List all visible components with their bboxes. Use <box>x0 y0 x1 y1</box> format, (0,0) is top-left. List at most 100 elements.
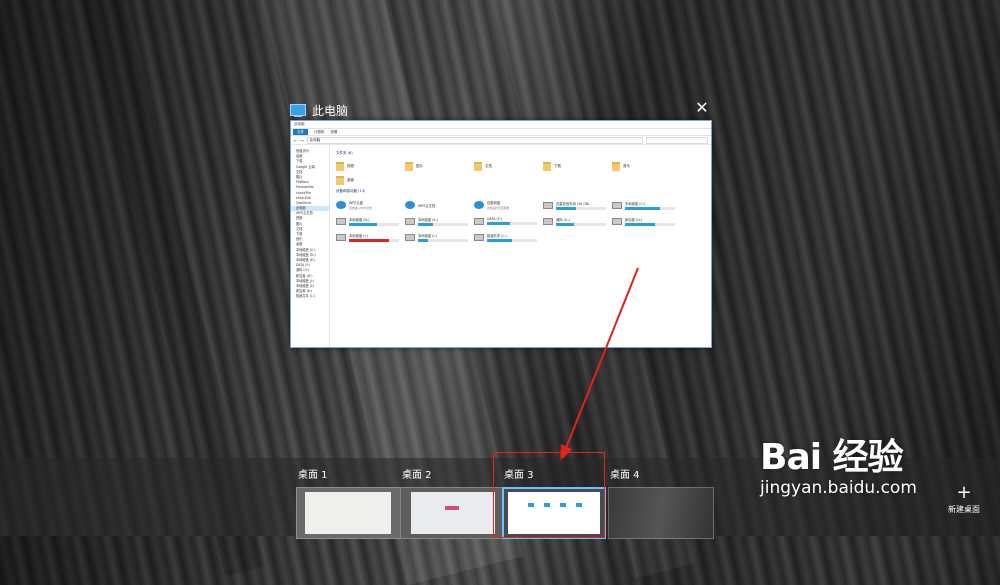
desktop-label: 桌面 4 <box>610 470 640 481</box>
explorer-address-row: ← → 此电脑 <box>291 136 711 145</box>
plus-icon: + <box>956 482 972 503</box>
desktop-2[interactable]: 桌面 2 <box>400 466 506 539</box>
disk-drive-icon <box>336 217 346 225</box>
folder-item: 桌面 <box>336 173 405 187</box>
desktop-4[interactable]: 桌面 4 <box>608 466 714 539</box>
drive-item: 本地磁盘 (I:) <box>336 229 405 245</box>
drive-item: 本地磁盘 (J:) <box>405 229 474 245</box>
drive-usage-bar <box>418 238 468 242</box>
explorer-ribbon: 文件 计算机 查看 <box>291 129 711 136</box>
drives-grid: WPS云盘 双击进入WPS云盘 WPS云文档 百度网盘 双击运行百度网盘 迅雷影音专用 (… <box>336 197 705 245</box>
folder-icon <box>474 161 482 171</box>
drive-usage-bar <box>556 222 606 226</box>
disk-drive-icon <box>543 201 553 209</box>
search-box <box>646 136 708 144</box>
drive-item: WPS云盘 双击进入WPS云盘 <box>336 197 405 213</box>
explorer-nav-pane: 快速访问 桌面 下载 Google 云端 文档 图片 FileRecv ModuleHist c… <box>291 145 330 347</box>
disk-drive-icon <box>474 217 484 225</box>
folder-label: 图片 <box>416 163 423 168</box>
folder-label: 音乐 <box>623 163 630 168</box>
folder-icon <box>405 161 413 171</box>
folder-label: 文档 <box>485 163 492 168</box>
watermark-logo: Bai 经验 <box>760 437 904 478</box>
drive-label: 本地磁盘 (I:) <box>349 233 368 238</box>
folder-label: 下载 <box>554 163 561 168</box>
folder-icon <box>336 161 344 171</box>
folder-icon <box>612 161 620 171</box>
drive-label: 百度网盘 <box>487 201 501 205</box>
desktop-1[interactable]: 桌面 1 <box>296 466 402 539</box>
highlight-box <box>493 452 605 538</box>
explorer-title: 此电脑 <box>294 122 305 126</box>
drive-item: 迅雷影音专用 (30 GB) <box>543 197 612 213</box>
drive-item: 极速共享 (L:) <box>474 229 543 245</box>
drive-item: 百度网盘 双击运行百度网盘 <box>474 197 543 213</box>
folder-item: 视频 <box>336 159 405 173</box>
disk-drive-icon <box>405 217 415 225</box>
drive-label: 迅雷影音专用 (30 GB) <box>556 201 590 206</box>
drive-label: 本地磁盘 (C:) <box>625 201 646 206</box>
folder-item: 音乐 <box>612 159 681 173</box>
drive-usage-bar <box>625 222 675 226</box>
drive-label: 本地磁盘 (D:) <box>349 217 370 222</box>
window-title-text: 此电脑 <box>312 104 349 118</box>
drive-label: 本地磁盘 (E:) <box>418 217 439 222</box>
drive-usage-bar <box>418 222 468 226</box>
disk-drive-icon <box>405 233 415 241</box>
drive-subtitle: 双击运行百度网盘 <box>487 206 510 210</box>
drive-usage-bar <box>349 238 399 242</box>
drive-label: WPS云文档 <box>418 203 436 208</box>
explorer-window-thumbnail[interactable]: 此电脑 文件 计算机 查看 ← → 此电脑 快速访问 桌面 下载 Google 云端文… <box>290 120 712 348</box>
drive-subtitle: 双击进入WPS云盘 <box>349 206 373 210</box>
drive-label: DATA (F:) <box>487 217 502 221</box>
disk-drive-icon <box>612 217 622 225</box>
explorer-content: 文件夹 (6) 视频 图片 文档 下载 音乐 桌面 设备和驱动器 (13) WPS云盘 双击… <box>330 145 711 347</box>
new-desktop-label: 新建桌面 <box>948 505 980 514</box>
cloud-drive-icon <box>405 201 415 209</box>
desktop-label: 桌面 1 <box>298 470 328 481</box>
folder-item: 下载 <box>543 159 612 173</box>
address-bar: 此电脑 <box>306 136 643 144</box>
disk-drive-icon <box>474 233 484 241</box>
new-desktop-button[interactable]: + 新建桌面 <box>940 484 988 515</box>
folders-grid: 视频 图片 文档 下载 音乐桌面 <box>336 159 705 187</box>
folder-item: 图片 <box>405 159 474 173</box>
ribbon-tab-view: 查看 <box>330 129 338 134</box>
desktop-label: 桌面 2 <box>402 470 432 481</box>
disk-drive-icon <box>543 217 553 225</box>
drive-label: 本地磁盘 (J:) <box>418 233 437 238</box>
drive-item: 本地磁盘 (D:) <box>336 213 405 229</box>
disk-drive-icon <box>336 233 346 241</box>
drive-item: 源码 (G:) <box>543 213 612 229</box>
drive-item: 新加卷 (H:) <box>612 213 681 229</box>
folders-header: 文件夹 (6) <box>336 151 353 155</box>
drive-item: WPS云文档 <box>405 197 474 213</box>
ribbon-tab-computer: 计算机 <box>314 129 325 134</box>
drive-label: 新加卷 (H:) <box>625 217 643 222</box>
folder-icon <box>543 161 551 171</box>
folder-icon <box>336 175 344 185</box>
desktop-thumbnail[interactable] <box>296 487 402 539</box>
cloud-drive-icon <box>336 201 346 209</box>
window-title[interactable]: 此电脑 <box>290 102 348 119</box>
this-pc-icon <box>290 103 306 118</box>
back-arrow-icon: ← <box>294 137 298 143</box>
drive-usage-bar <box>349 222 399 226</box>
desktop-thumbnail[interactable] <box>608 487 714 539</box>
forward-arrow-icon: → <box>300 137 304 143</box>
drive-item: DATA (F:) <box>474 213 543 229</box>
drive-usage-bar <box>556 206 606 210</box>
drive-item: 本地磁盘 (C:) <box>612 197 681 213</box>
folder-label: 视频 <box>347 163 354 168</box>
folder-item: 文档 <box>474 159 543 173</box>
close-icon[interactable]: ✕ <box>694 100 710 116</box>
ribbon-tab-file: 文件 <box>293 129 308 135</box>
nav-item: 极速共享 (L:) <box>296 294 316 299</box>
explorer-titlebar: 此电脑 <box>291 121 711 129</box>
drive-label: 源码 (G:) <box>556 217 570 222</box>
desktop-thumbnail[interactable] <box>400 487 506 539</box>
drive-item: 本地磁盘 (E:) <box>405 213 474 229</box>
cloud-drive-icon <box>474 201 484 209</box>
drive-label: WPS云盘 <box>349 201 363 205</box>
watermark-url: jingyan.baidu.com <box>760 478 917 498</box>
